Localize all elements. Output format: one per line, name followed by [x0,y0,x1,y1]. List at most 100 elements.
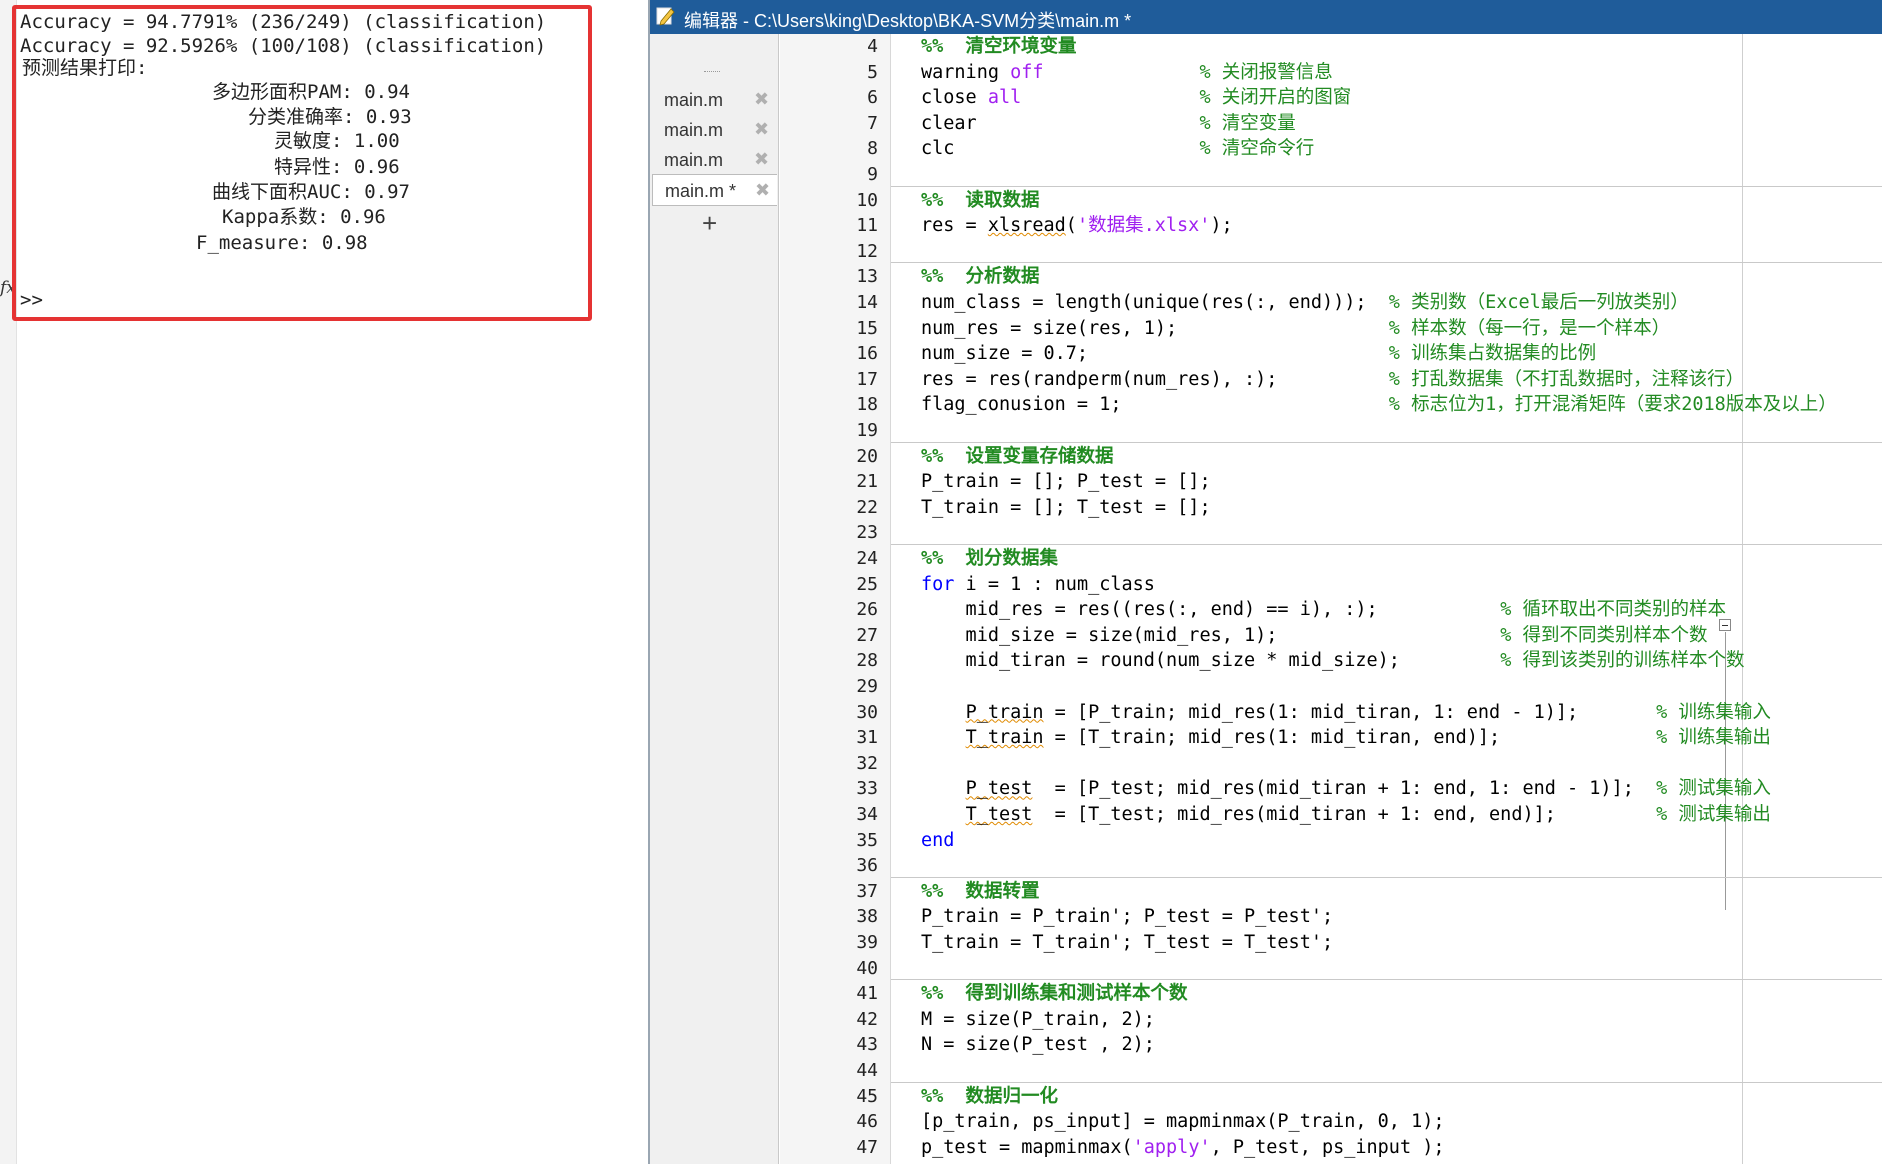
code-token: T_train [965,727,1044,749]
code-fold-toggle[interactable] [1719,619,1731,631]
line-number: 37 [856,880,878,902]
close-tab-icon[interactable]: ✖ [754,149,769,170]
line-number: 12 [856,240,878,262]
line-number: 43 [856,1034,878,1056]
code-line[interactable]: flag_conusion = 1; % 标志位为1，打开混淆矩阵（要求2018… [921,396,1837,415]
line-number: 5 [867,61,878,83]
code-token: mid_size = size(mid_res, 1); [921,624,1501,646]
line-number: 10 [856,189,878,211]
code-line[interactable]: num_size = 0.7; % 训练集占数据集的比例 [921,343,1597,365]
code-token: xlsread [987,215,1066,237]
code-token: ); [1210,215,1233,237]
line-number: 13 [856,266,878,288]
code-line[interactable]: clear % 清空变量 [921,114,1296,134]
code-comment: %% 数据归一化 [921,1085,1059,1107]
line-number: 20 [856,445,878,467]
code-line[interactable]: res = xlsread('数据集.xlsx'); [921,215,1233,237]
cell-divider [891,979,1882,981]
code-token: mid_res = res((res(:, end) == i), :); [921,599,1501,621]
file-tab[interactable]: main.m * ✖ [652,174,777,206]
code-line[interactable]: [p_train, ps_input] = mapminmax(P_train,… [921,1112,1444,1132]
editor-title: 编辑器 - C:\Users\king\Desktop\BKA-SVM分类\ma… [684,11,1132,31]
code-line[interactable]: mid_size = size(mid_res, 1); % 得到不同类别样本个… [921,624,1708,646]
editor-window[interactable]: 编辑器 - C:\Users\king\Desktop\BKA-SVM分类\ma… [648,0,1882,1164]
code-line[interactable]: N = size(P_test , 2); [921,1036,1155,1055]
line-number: 23 [856,522,878,544]
code-line[interactable]: %% 数据归一化 [921,1085,1059,1107]
code-comment: % 测试集输出 [1656,804,1771,825]
code-line[interactable]: mid_tiran = round(num_size * mid_size); … [921,650,1745,672]
tab-grip[interactable] [704,71,720,74]
code-line[interactable]: mid_res = res((res(:, end) == i), :); % … [921,599,1726,621]
code-comment: % 测试集输入 [1656,778,1771,800]
line-number: 35 [856,829,878,851]
code-comment: % 得到该类别的训练样本个数 [1500,650,1745,672]
code-token: num_res = size(res, 1); [921,317,1389,339]
line-number: 26 [856,599,878,621]
code-line[interactable]: T_train = [T_train; mid_res(1: mid_tiran… [921,727,1771,749]
code-line[interactable]: %% 读取数据 [921,191,1040,211]
line-number: 47 [856,1136,878,1158]
code-comment: %% 得到训练集和测试样本个数 [921,983,1188,1005]
editor-titlebar[interactable]: 编辑器 - C:\Users\king\Desktop\BKA-SVM分类\ma… [650,0,1882,34]
code-area[interactable]: %% 清空环境变量 warning off % 关闭报警信息 close all %… [891,34,1882,1164]
code-line[interactable]: num_res = size(res, 1); % 样本数（每一行，是一个样本） [921,317,1670,339]
line-number: 30 [856,701,878,723]
code-line[interactable]: %% 分析数据 [921,268,1040,287]
line-number: 4 [867,36,878,57]
code-token: = [P_train; mid_res(1: mid_tiran, 1: end… [1043,701,1657,723]
line-number: 15 [856,317,878,339]
code-line[interactable]: %% 设置变量存储数据 [921,447,1114,467]
code-line[interactable]: warning off % 关闭报警信息 [921,61,1333,83]
command-window[interactable]: fx Accuracy = 94.7791% (236/249) (classi… [0,0,648,1164]
code-line[interactable]: P_train = [P_train; mid_res(1: mid_tiran… [921,701,1771,723]
close-tab-icon[interactable]: ✖ [754,119,769,140]
code-string: off [1010,61,1044,83]
line-number: 22 [856,496,878,518]
close-tab-icon[interactable]: ✖ [754,89,769,110]
code-comment: % 循环取出不同类别的样本 [1500,599,1726,621]
line-number: 34 [856,804,878,825]
add-tab-button[interactable]: + [702,210,717,236]
code-line[interactable]: T_train = T_train'; T_test = T_test'; [921,933,1333,953]
code-comment: % 训练集占数据集的比例 [1388,343,1597,365]
file-tab[interactable]: main.m ✖ [652,84,776,114]
line-number: 21 [856,471,878,493]
code-line[interactable]: M = size(P_train, 2); [921,1010,1155,1030]
file-tab[interactable]: main.m ✖ [652,144,776,174]
code-line[interactable]: for i = 1 : num_class [921,575,1155,595]
line-number: 39 [856,932,878,953]
code-line[interactable]: end [921,831,954,851]
code-line[interactable]: %% 划分数据集 [921,548,1059,569]
code-line[interactable]: P_test = [P_test; mid_res(mid_tiran + 1:… [921,780,1771,799]
code-token: P_test [965,778,1033,800]
code-line[interactable]: T_test = [T_test; mid_res(mid_tiran + 1:… [921,804,1771,825]
close-tab-icon[interactable]: ✖ [755,180,770,201]
code-token: close [921,87,988,109]
code-line[interactable]: T_train = []; T_test = []; [921,498,1211,518]
code-line[interactable]: num_class = length(unique(res(:, end)));… [921,293,1689,313]
code-line[interactable]: %% 数据转置 [921,880,1040,902]
code-token: = [T_train; mid_res(1: mid_tiran, end)]; [1043,727,1657,749]
code-line[interactable]: clc % 清空命令行 [921,140,1314,159]
code-line[interactable]: %% 清空环境变量 [921,37,1077,57]
code-line[interactable]: p_test = mapminmax('apply', P_test, ps_i… [921,1138,1445,1158]
line-number: 42 [856,1008,878,1030]
code-line[interactable]: res = res(randperm(num_res), :); % 打乱数据集… [921,370,1744,390]
code-line[interactable]: P_train = P_train'; P_test = P_test'; [921,908,1333,927]
code-line[interactable]: P_train = []; P_test = []; [921,471,1211,493]
code-token: res = [921,215,988,237]
code-comment: %% 数据转置 [921,880,1040,902]
code-token: P_train = []; P_test = []; [921,471,1211,493]
code-token: mid_tiran = round(num_size * mid_size); [921,650,1501,672]
code-line[interactable]: close all % 关闭开启的图窗 [921,87,1351,109]
line-number: 25 [856,573,878,595]
code-token: T_test [965,804,1033,825]
file-tab[interactable]: main.m ✖ [652,114,776,144]
code-comment: %% 划分数据集 [921,548,1059,569]
cell-divider [891,185,1882,187]
code-line[interactable]: %% 得到训练集和测试样本个数 [921,983,1188,1005]
